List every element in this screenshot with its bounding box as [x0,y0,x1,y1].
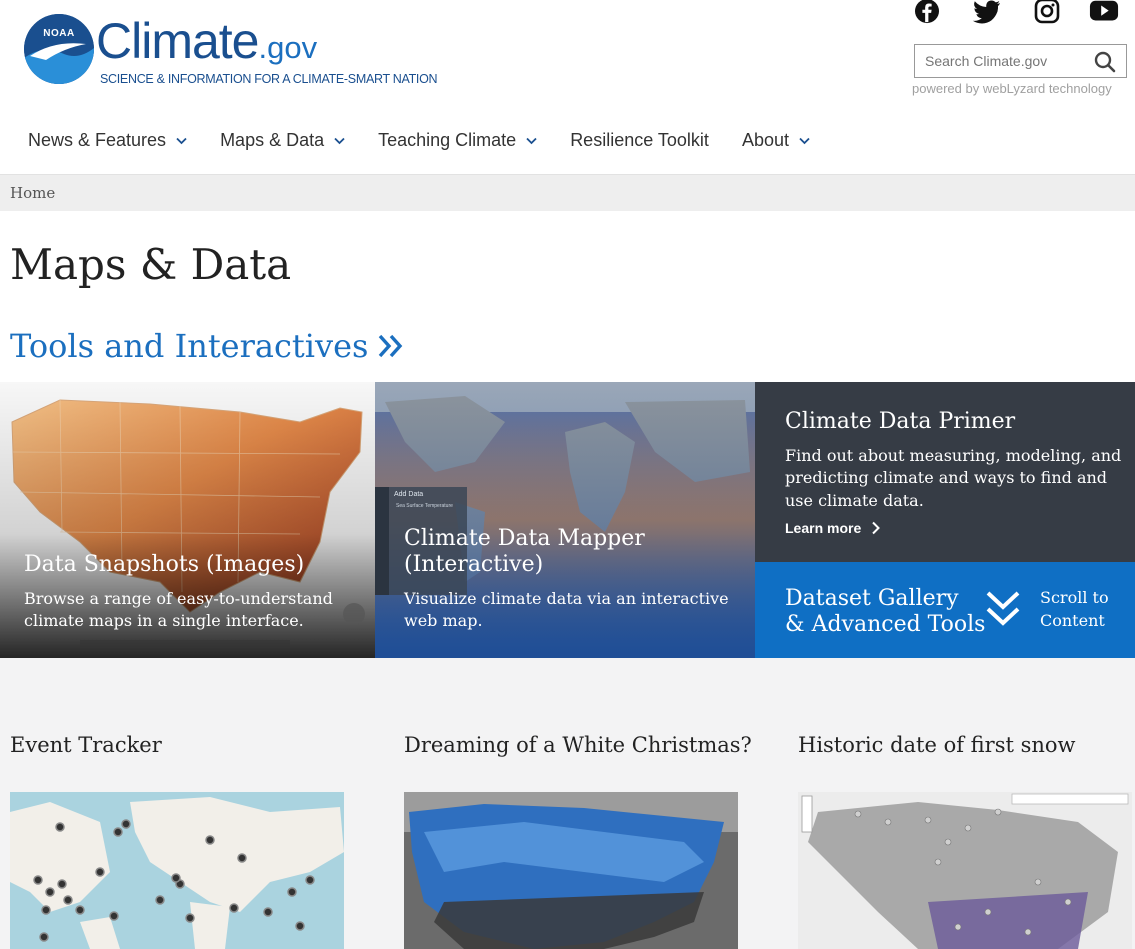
nav-resilience-toolkit[interactable]: Resilience Toolkit [570,130,709,151]
nav-label: About [741,130,789,150]
mapper-title-line2: (Interactive) [404,552,544,577]
mapper-desc-line2: web map. [404,611,483,630]
twitter-icon[interactable] [972,0,1002,24]
nav-label: News & Features [28,130,167,150]
facebook-icon[interactable] [912,0,942,24]
learn-more-label: Learn more [785,520,862,536]
nav-label: Resilience Toolkit [570,130,709,150]
white-christmas-map-image[interactable] [404,792,738,949]
scroll-to-content-line1[interactable]: Scroll to [1040,587,1109,609]
instagram-icon[interactable] [1032,0,1062,24]
noaa-bird-icon [24,14,94,84]
chevron-down-icon [176,137,187,144]
chevron-down-icon [799,137,810,144]
chevron-right-icon [872,521,881,535]
search-input[interactable] [915,45,1090,77]
search-box [914,44,1127,78]
section-link-label: Tools and Interactives [10,327,369,365]
search-icon[interactable] [1094,51,1116,73]
primer-desc-line2: predicting climate and ways to find and [785,468,1108,487]
double-chevron-right-icon [379,334,403,358]
us-snow-map [404,792,738,949]
breadcrumb-home-link[interactable]: Home [10,184,55,202]
data-snapshots-tile[interactable]: Data Snapshots (Images) Browse a range o… [0,382,375,658]
search-powered-by: powered by webLyzard technology [912,81,1112,96]
site-logo-wordmark[interactable]: Climate.gov [96,12,317,70]
gallery-title-line1: Dataset Gallery [785,586,959,611]
nav-teaching-climate[interactable]: Teaching Climate [378,130,537,151]
logo-suffix: .gov [258,30,318,65]
card-title-white-christmas[interactable]: Dreaming of a White Christmas? [404,733,752,757]
primer-desc-line1: Find out about measuring, modeling, and [785,446,1122,465]
primer-desc-line3: use climate data. [785,491,924,510]
nav-about[interactable]: About [742,130,810,151]
nav-news-features[interactable]: News & Features [28,130,187,151]
breadcrumb: Home [0,175,1135,211]
gallery-title-line2: & Advanced Tools [785,612,986,637]
north-america-first-snow-map [798,792,1132,949]
primer-learn-more-link[interactable]: Learn more [785,520,881,536]
dataset-gallery-tile[interactable]: Dataset Gallery & Advanced Tools Scroll … [755,562,1135,658]
world-event-map [10,792,344,949]
page-title: Maps & Data [10,240,292,289]
site-tagline: SCIENCE & INFORMATION FOR A CLIMATE-SMAR… [100,72,438,86]
mapper-desc-line1: Visualize climate data via an interactiv… [404,589,729,608]
noaa-logo[interactable]: NOAA [24,14,94,84]
mapper-layer-label: Sea Surface Temperature [396,503,453,509]
snapshots-title: Data Snapshots (Images) [24,552,305,577]
first-snow-map-image[interactable] [798,792,1132,949]
snapshots-desc-line2: climate maps in a single interface. [24,611,304,630]
chevron-down-icon [334,137,345,144]
chevron-down-icon [526,137,537,144]
main-nav: News & Features Maps & Data Teaching Cli… [28,130,843,151]
mapper-title-line1: Climate Data Mapper [404,526,645,551]
nav-maps-data[interactable]: Maps & Data [220,130,345,151]
snapshots-desc-line1: Browse a range of easy-to-understand [24,589,333,608]
tools-interactives-link[interactable]: Tools and Interactives [10,327,404,365]
climate-data-primer-tile[interactable]: Climate Data Primer Find out about measu… [755,382,1135,562]
double-chevron-down-icon[interactable] [985,590,1021,630]
event-tracker-map-image[interactable] [10,792,344,949]
primer-title: Climate Data Primer [785,409,1016,434]
logo-name: Climate [96,13,259,69]
mapper-add-data-label: Add Data [394,491,424,498]
youtube-icon[interactable] [1089,0,1119,24]
climate-data-mapper-tile[interactable]: Add Data Sea Surface Temperature Climate… [375,382,755,658]
noaa-label: NOAA [43,28,75,39]
site-header: NOAA Climate.gov SCIENCE & INFORMATION F… [0,0,1135,175]
nav-label: Maps & Data [220,130,325,150]
scroll-to-content-line2[interactable]: Content [1040,610,1105,632]
card-title-first-snow[interactable]: Historic date of first snow [798,733,1076,757]
nav-label: Teaching Climate [378,130,517,150]
card-title-event-tracker[interactable]: Event Tracker [10,733,162,757]
